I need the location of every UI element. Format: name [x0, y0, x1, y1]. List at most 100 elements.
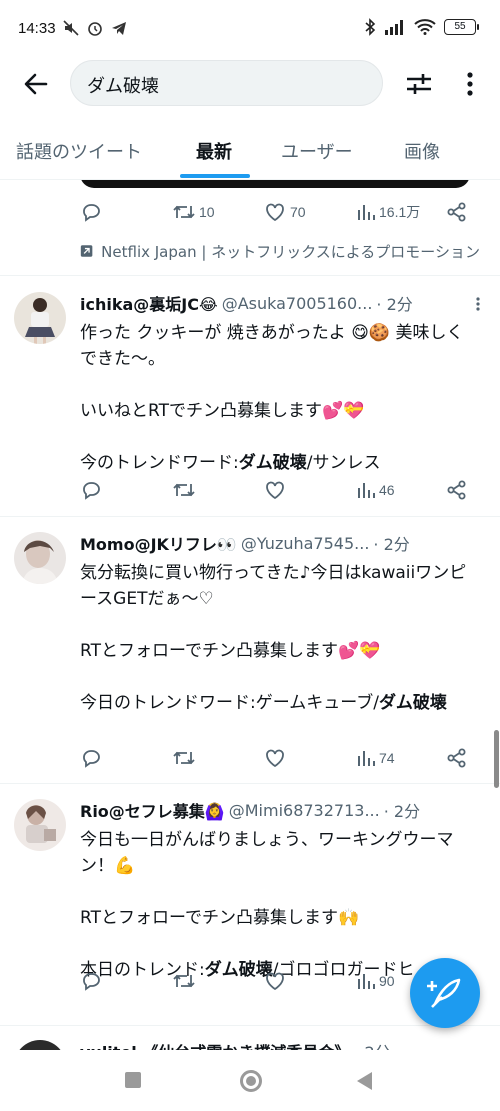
reply-button[interactable]: [80, 476, 102, 504]
views-icon: [358, 483, 375, 498]
divider: [0, 516, 500, 517]
retweet-button[interactable]: [172, 476, 199, 504]
recents-button[interactable]: [125, 1072, 141, 1088]
tweet-header: Rio@セフレ募集🙆‍♀️ @Mimi68732713... · 2分: [80, 797, 465, 823]
divider: [0, 783, 500, 784]
views-icon: [358, 205, 375, 220]
share-icon: [447, 480, 466, 500]
back-button[interactable]: [20, 68, 52, 100]
hashtag-keyword[interactable]: ダム破壊: [379, 693, 447, 713]
system-nav-bar: [0, 1050, 500, 1111]
wifi-icon: [414, 19, 436, 35]
search-tabs: 話題のツイート 最新 ユーザー 画像: [0, 126, 500, 180]
heart-icon: [266, 203, 284, 222]
tweet-time: · 2分: [383, 802, 421, 821]
views-count: 90: [379, 973, 395, 989]
user-handle[interactable]: @Asuka7005160...: [222, 294, 373, 313]
promoted-label[interactable]: Netflix Japan | ネットフリックスによるプロモーション: [80, 240, 480, 262]
retweet-button[interactable]: [172, 967, 199, 995]
share-icon: [447, 748, 466, 768]
like-button[interactable]: [263, 476, 290, 504]
status-bar: 14:33 55: [0, 0, 500, 56]
views-icon: [358, 751, 375, 766]
views-button[interactable]: 74: [356, 744, 395, 772]
retweet-button[interactable]: [172, 744, 199, 772]
retweet-icon: [173, 974, 195, 988]
more-options-button[interactable]: [458, 68, 482, 100]
filter-button[interactable]: [403, 68, 435, 100]
reply-button[interactable]: [80, 744, 102, 772]
divider: [0, 275, 500, 276]
tweet-item[interactable]: ichika@裏垢JC😂 @Asuka7005160... · 2分 作った ク…: [0, 290, 500, 516]
tab-users[interactable]: ユーザー: [281, 138, 353, 164]
promoted-text: Netflix Japan | ネットフリックスによるプロモーション: [101, 242, 480, 261]
home-button[interactable]: [240, 1070, 262, 1092]
tweet-time: · 2分: [376, 295, 413, 314]
views-count: 46: [379, 482, 395, 498]
compose-tweet-button[interactable]: [410, 958, 480, 1028]
reply-icon: [83, 204, 100, 222]
avatar[interactable]: [14, 799, 66, 851]
tab-images[interactable]: 画像: [404, 138, 440, 164]
user-handle[interactable]: @Mimi68732713...: [229, 801, 380, 820]
display-name[interactable]: ichika@裏垢JC😂: [80, 291, 218, 315]
hashtag-keyword[interactable]: ダム破壊: [239, 453, 307, 473]
status-right-icons: 55: [364, 18, 479, 36]
like-button[interactable]: 70: [263, 198, 306, 226]
tab-indicator: [180, 174, 250, 178]
views-button[interactable]: 16.1万: [356, 198, 420, 226]
bluetooth-icon: [365, 18, 376, 36]
share-button[interactable]: [446, 476, 468, 504]
search-query: ダム破壊: [87, 76, 159, 97]
heart-icon: [266, 481, 284, 500]
avatar[interactable]: [14, 292, 66, 344]
tweet-time: · 2分: [373, 535, 410, 554]
status-left-icons: [62, 19, 128, 37]
views-button[interactable]: 46: [356, 476, 395, 504]
like-button[interactable]: [263, 744, 290, 772]
alarm-icon: [88, 22, 102, 36]
mute-icon: [63, 20, 79, 36]
tweet-header: yulitel 《仙台式雷かき撲滅委員会》 · 2分: [80, 1038, 465, 1050]
views-count: 16.1万: [379, 204, 421, 220]
user-handle[interactable]: @Yuzuha7545...: [241, 534, 370, 553]
retweet-icon: [173, 751, 195, 765]
display-name[interactable]: yulitel 《仙台式雷かき撲滅委員会》: [80, 1039, 350, 1050]
tab-top[interactable]: 話題のツイート: [16, 138, 142, 164]
like-button[interactable]: [263, 967, 290, 995]
reply-button[interactable]: [80, 967, 102, 995]
views-count: 74: [379, 750, 395, 766]
telegram-icon: [112, 22, 126, 35]
reply-icon: [83, 973, 100, 991]
tab-latest[interactable]: 最新: [196, 138, 232, 164]
avatar[interactable]: [14, 532, 66, 584]
tweet-media[interactable]: [80, 180, 470, 188]
compose-icon: [427, 978, 461, 1008]
tweet-item[interactable]: Momo@JKリフレ👀 @Yuzuha7545... · 2分 気分転換に買い物…: [0, 530, 500, 784]
sliders-icon: [407, 74, 431, 94]
tweet-feed[interactable]: 10 70 16.1万 Netflix Japan | ネットフリックスによるプ…: [0, 180, 500, 1050]
heart-icon: [266, 749, 284, 768]
tweet-time: · 2分: [354, 1039, 390, 1050]
like-count: 70: [290, 204, 306, 220]
tweet-header: ichika@裏垢JC😂 @Asuka7005160... · 2分: [80, 290, 465, 316]
scrollbar-thumb[interactable]: [494, 730, 499, 788]
share-button[interactable]: [446, 744, 468, 772]
reply-icon: [83, 482, 100, 500]
tweet-item[interactable]: yulitel 《仙台式雷かき撲滅委員会》 · 2分: [0, 1038, 500, 1050]
retweet-icon: [173, 205, 195, 219]
display-name[interactable]: Rio@セフレ募集🙆‍♀️: [80, 798, 225, 822]
more-vertical-icon: [467, 72, 473, 96]
views-icon: [358, 974, 375, 989]
tweet-text: 作った クッキーが 焼きあがったよ 😋🍪 美味しくできた〜。 いいねとRTでチン…: [80, 323, 464, 473]
share-button[interactable]: [446, 198, 468, 226]
views-button[interactable]: 90: [356, 967, 395, 995]
reply-button[interactable]: [80, 198, 102, 226]
tweet-text: 気分転換に買い物行ってきた♪今日はkawaiiワンピースGETだぁ〜♡ RTとフ…: [80, 563, 467, 713]
retweet-button[interactable]: 10: [172, 198, 215, 226]
search-input[interactable]: ダム破壊: [70, 60, 383, 106]
avatar[interactable]: [14, 1040, 66, 1050]
display-name[interactable]: Momo@JKリフレ👀: [80, 531, 237, 555]
tweet-more-icon[interactable]: [470, 296, 486, 312]
system-back-button[interactable]: [357, 1072, 372, 1090]
